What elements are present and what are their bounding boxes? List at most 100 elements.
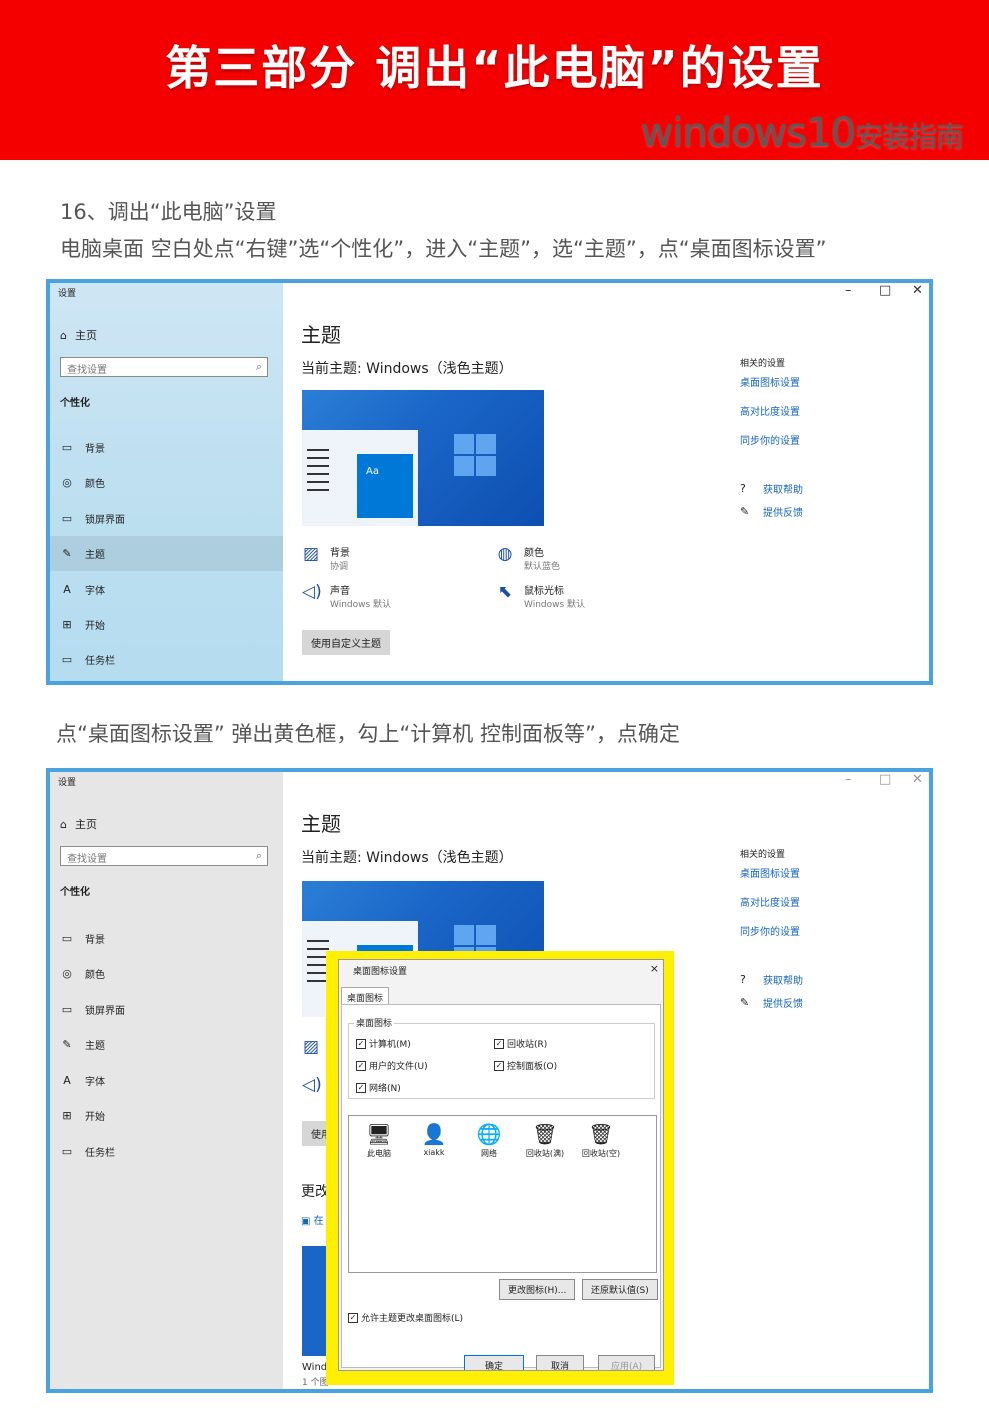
minimize-button[interactable]: – (845, 772, 852, 787)
sidebar-item-colors[interactable]: ◎ 颜色 (50, 956, 283, 991)
picture-icon: ▨ (302, 1037, 320, 1057)
home-nav[interactable]: ⌂ 主页 (60, 816, 97, 832)
lockscreen-icon: ▭ (61, 1003, 73, 1016)
checkbox-allow-themes[interactable]: ✓ 允许主题更改桌面图标(L) (348, 1311, 463, 1324)
sync-settings-link[interactable]: 同步你的设置 (740, 923, 800, 938)
restore-default-button[interactable]: 还原默认值(S) (582, 1279, 658, 1300)
apply-button[interactable]: 应用(A) (598, 1355, 656, 1370)
checkbox-computer[interactable]: ✓ 计算机(M) (356, 1037, 411, 1050)
store-link-partial[interactable]: ▣ 在 (301, 1212, 324, 1227)
sidebar-item-taskbar[interactable]: ▭ 任务栏 (50, 642, 283, 677)
checkbox-box: ✓ (356, 1082, 366, 1093)
related-settings-header: 相关的设置 (740, 850, 786, 860)
banner-subtitle-main: windows10 (640, 110, 855, 156)
maximize-button[interactable]: □ (879, 283, 891, 298)
theme-item-colors[interactable]: ◍ 颜色 默认蓝色 (496, 544, 560, 572)
theme-item-background-partial[interactable]: ▨ (302, 1037, 320, 1057)
sidebar-item-taskbar[interactable]: ▭ 任务栏 (50, 1134, 283, 1169)
home-nav[interactable]: ⌂ 主页 (60, 327, 97, 343)
sidebar-item-background[interactable]: ▭ 背景 (50, 430, 283, 465)
icon-label: 此电脑 (367, 1149, 391, 1158)
feedback-link[interactable]: ✎ 提供反馈 (740, 995, 803, 1010)
item-title: 背景 (330, 548, 350, 559)
desktop-icon-settings-link[interactable]: 桌面图标设置 (740, 374, 800, 389)
icon-label: 网络 (481, 1149, 497, 1158)
sidebar-item-colors[interactable]: ◎ 颜色 (50, 465, 283, 500)
taskbar-icon: ▭ (61, 653, 73, 666)
sidebar-item-themes[interactable]: ✎ 主题 (50, 536, 283, 571)
theme-item-background[interactable]: ▨ 背景 协调 (302, 544, 350, 572)
desktop-icon-settings-link[interactable]: 桌面图标设置 (740, 865, 800, 880)
font-icon: A (63, 583, 71, 596)
home-icon: ⌂ (60, 817, 67, 831)
checkbox-label: 允许主题更改桌面图标(L) (361, 1314, 464, 1324)
dialog-title: 桌面图标设置 (353, 967, 408, 977)
sidebar-item-fonts[interactable]: A 字体 (50, 572, 283, 607)
sidebar-item-lockscreen[interactable]: ▭ 锁屏界面 (50, 501, 283, 536)
sidebar-item-start[interactable]: ⊞ 开始 (50, 1098, 283, 1133)
checkbox-network[interactable]: ✓ 网络(N) (356, 1081, 401, 1094)
high-contrast-link[interactable]: 高对比度设置 (740, 894, 800, 909)
maximize-button[interactable]: □ (879, 772, 891, 787)
sidebar-item-label: 主题 (85, 1041, 105, 1052)
checkbox-box: ✓ (494, 1038, 504, 1049)
feedback-label: 提供反馈 (763, 999, 803, 1010)
close-button[interactable]: ✕ (912, 772, 923, 787)
checkbox-label: 计算机(M) (369, 1040, 411, 1050)
ok-button[interactable]: 确定 (464, 1355, 525, 1370)
sidebar-item-label: 主题 (85, 550, 105, 561)
checkbox-recycle-bin[interactable]: ✓ 回收站(R) (494, 1037, 547, 1050)
sidebar-item-background[interactable]: ▭ 背景 (50, 921, 283, 956)
sidebar-item-fonts[interactable]: A 字体 (50, 1063, 283, 1098)
icon-network[interactable]: 🌐 网络 (461, 1122, 517, 1159)
icon-user[interactable]: 👤 xiakk (406, 1122, 462, 1157)
icon-this-pc[interactable]: 🖥 此电脑 (351, 1122, 407, 1159)
icon-label: xiakk (423, 1148, 445, 1157)
checkbox-user-files[interactable]: ✓ 用户的文件(U) (356, 1059, 428, 1072)
sidebar-item-start[interactable]: ⊞ 开始 (50, 607, 283, 642)
checkbox-box: ✓ (356, 1038, 366, 1049)
checkbox-box: ✓ (494, 1060, 504, 1071)
palette-icon: ◍ (497, 544, 513, 564)
custom-theme-button[interactable]: 使用自定义主题 (302, 630, 390, 655)
change-icon-button[interactable]: 更改图标(H)... (499, 1279, 576, 1300)
icon-label: 回收站(空) (581, 1149, 621, 1158)
feedback-link[interactable]: ✎ 提供反馈 (740, 504, 803, 519)
speaker-icon: ◁) (302, 1075, 322, 1095)
picture-icon: ▨ (302, 544, 320, 564)
search-input[interactable]: 查找设置 ⌕ (60, 357, 268, 377)
cancel-button[interactable]: 取消 (536, 1355, 585, 1370)
icon-recycle-full[interactable]: 🗑 回收站(满) (517, 1122, 573, 1159)
item-sub: 默认蓝色 (524, 562, 561, 572)
get-help-link[interactable]: ? 获取帮助 (740, 481, 803, 496)
related-settings-header: 相关的设置 (740, 359, 786, 369)
sidebar-item-themes[interactable]: ✎ 主题 (50, 1027, 283, 1062)
sidebar-item-label: 颜色 (85, 479, 105, 490)
sidebar-item-label: 字体 (85, 586, 105, 597)
help-label: 获取帮助 (763, 485, 803, 496)
icon-recycle-empty[interactable]: 🗑 回收站(空) (573, 1122, 629, 1159)
theme-item-sounds[interactable]: ◁) 声音 Windows 默认 (302, 582, 391, 610)
search-input[interactable]: 查找设置 ⌕ (60, 846, 268, 866)
theme-item-sounds-partial[interactable]: ◁) (302, 1075, 322, 1095)
sidebar-item-label: 锁屏界面 (85, 515, 125, 526)
font-icon: A (63, 1074, 71, 1087)
get-help-link[interactable]: ? 获取帮助 (740, 972, 803, 987)
checkbox-control-panel[interactable]: ✓ 控制面板(O) (494, 1059, 557, 1072)
cursor-icon: ⬉ (497, 582, 513, 602)
icon-list: 🖥 此电脑 👤 xiakk 🌐 网络 🗑 回收站(满) 🗑 回收站(空) (348, 1115, 657, 1273)
desktop-icon-settings-dialog: 桌面图标设置 × 桌面图标 桌面图标 ✓ 计算机(M) ✓ 回收站(R) ✓ 用户的文… (338, 959, 664, 1371)
minimize-button[interactable]: – (845, 283, 852, 298)
store-icon: ▣ (301, 1216, 314, 1227)
picture-icon: ▭ (61, 441, 73, 454)
sidebar-item-lockscreen[interactable]: ▭ 锁屏界面 (50, 992, 283, 1027)
section-title: 个性化 (60, 398, 90, 409)
sync-settings-link[interactable]: 同步你的设置 (740, 432, 800, 447)
page-title: 主题 (301, 323, 341, 347)
high-contrast-link[interactable]: 高对比度设置 (740, 403, 800, 418)
dialog-close-button[interactable]: × (650, 962, 659, 975)
windows-logo-icon (454, 434, 496, 476)
close-button[interactable]: ✕ (912, 283, 923, 298)
current-theme: 当前主题: Windows（浅色主题） (301, 850, 513, 866)
theme-item-cursor[interactable]: ⬉ 鼠标光标 Windows 默认 (496, 582, 585, 610)
